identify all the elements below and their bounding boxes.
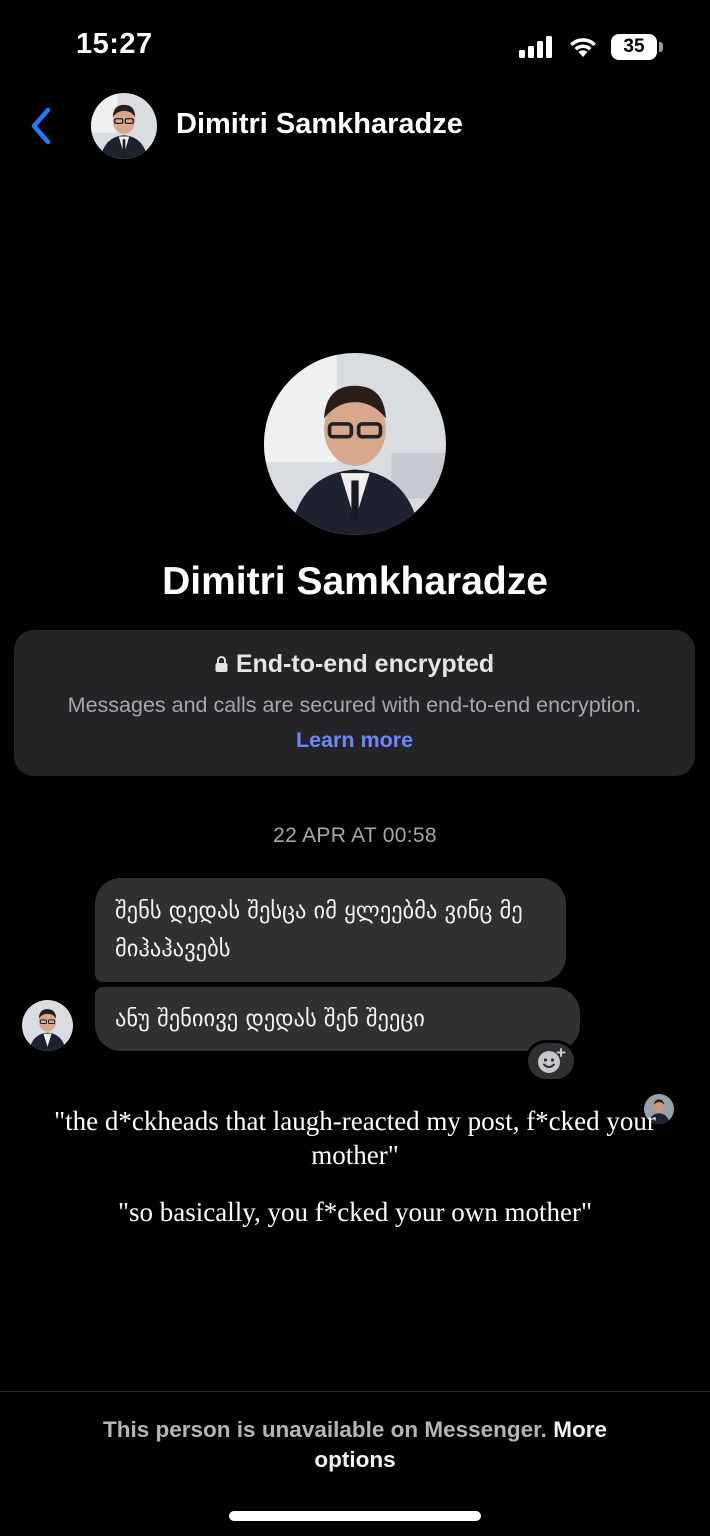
battery-level: 35 [623, 36, 645, 57]
battery-nub [659, 42, 663, 52]
status-time: 15:27 [76, 28, 153, 60]
encryption-body: Messages and calls are secured with end-… [54, 688, 655, 758]
lock-icon [215, 656, 228, 672]
unavailable-text: This person is unavailable on Messenger. [103, 1417, 547, 1442]
add-reaction-icon [536, 1048, 566, 1074]
battery-indicator: 35 [611, 34, 657, 60]
encryption-notice: End-to-end encrypted Messages and calls … [14, 630, 695, 776]
home-indicator[interactable] [229, 1511, 481, 1521]
learn-more-link[interactable]: Learn more [296, 728, 413, 752]
sender-avatar[interactable] [22, 1000, 73, 1051]
wifi-icon [567, 33, 599, 59]
profile-avatar[interactable] [264, 353, 446, 535]
encryption-title: End-to-end encrypted [235, 650, 495, 678]
chevron-left-icon[interactable] [28, 106, 56, 146]
header-avatar[interactable] [91, 93, 157, 159]
encryption-description: Messages and calls are secured with end-… [67, 693, 642, 717]
profile-name: Dimitri Samkharadze [162, 560, 548, 603]
add-reaction-button[interactable] [525, 1040, 577, 1082]
header-contact-name[interactable]: Dimitri Samkharadze [176, 108, 463, 141]
encryption-title-row: End-to-end encrypted [14, 650, 695, 679]
message-bubble[interactable]: შენს დედას შესცა იმ ყლეებმა ვინც მე მიჰა… [95, 878, 566, 982]
unavailable-notice: This person is unavailable on Messenger.… [60, 1415, 650, 1475]
message-timestamp: 22 APR AT 00:58 [273, 824, 437, 847]
message-bubble[interactable]: ანუ შენიივე დედას შენ შეეცი [95, 987, 580, 1051]
cellular-signal-icon [519, 36, 555, 58]
translation-caption: "so basically, you f*cked your own mothe… [118, 1197, 592, 1227]
footer-divider [0, 1391, 710, 1392]
translation-caption: "the d*ckheads that laugh-reacted my pos… [54, 1106, 656, 1170]
